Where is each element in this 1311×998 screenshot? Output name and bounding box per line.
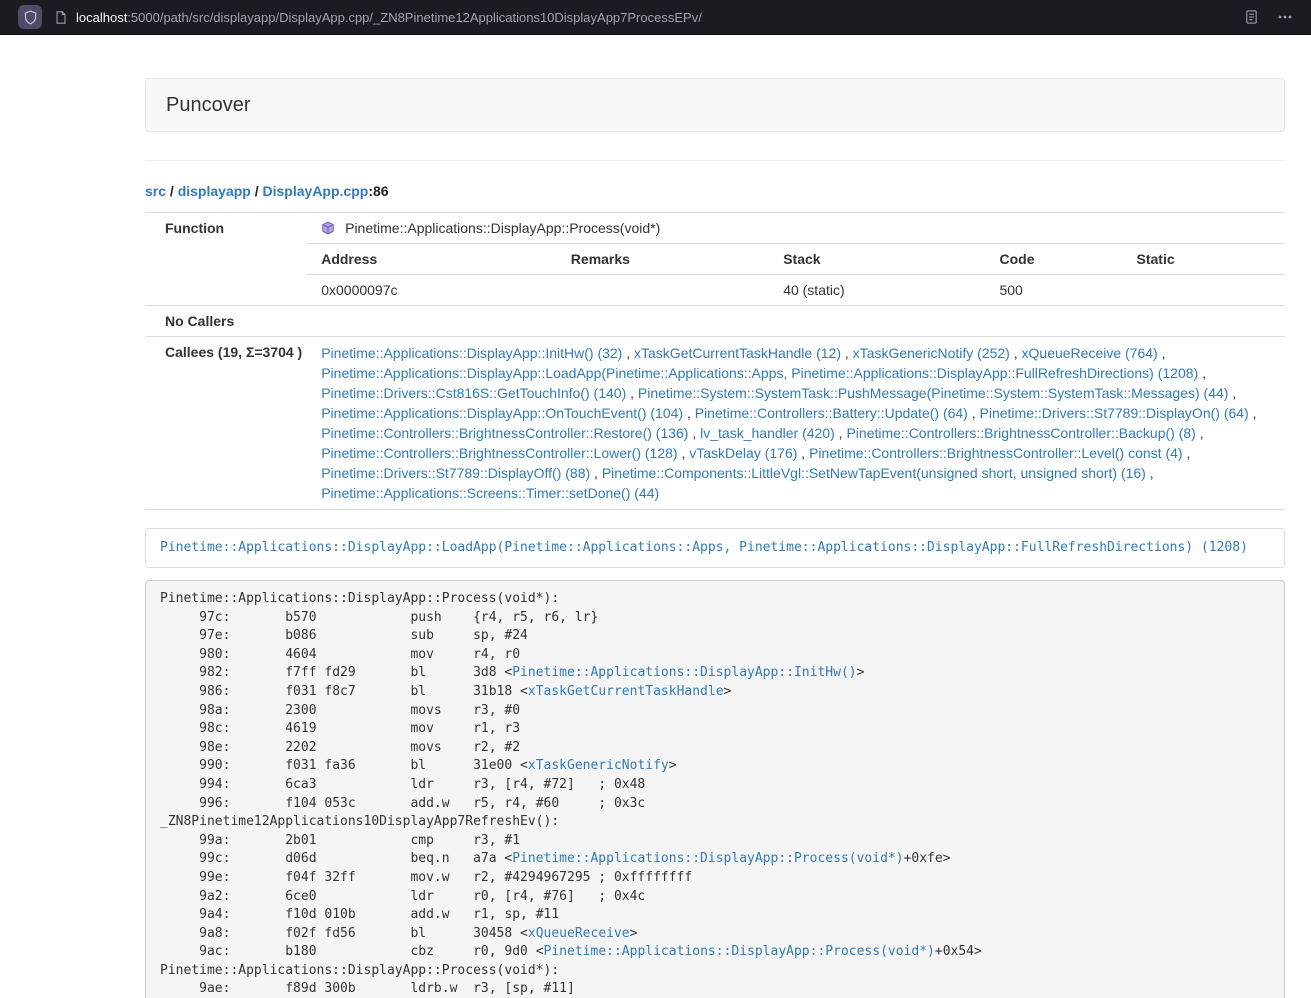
col-address: Address (306, 244, 556, 275)
stack-value: 40 (static) (768, 275, 984, 306)
callee-link[interactable]: Pinetime::Drivers::St7789::DisplayOff() … (321, 465, 590, 481)
code-symbol-link[interactable]: Pinetime::Applications::DisplayApp::Proc… (544, 944, 935, 959)
callee-link[interactable]: Pinetime::Components::LittleVgl::SetNewT… (602, 465, 1146, 481)
breadcrumb: src / displayapp / DisplayApp.cpp:86 (145, 181, 1285, 201)
function-details-table: Address Remarks Stack Code Static 0x0000… (306, 243, 1285, 305)
function-symbol-icon (321, 220, 335, 234)
callee-link[interactable]: Pinetime::Applications::Screens::Timer::… (321, 485, 659, 501)
callees-label: Callees (19, Σ=3704 ) (145, 337, 306, 510)
callee-link[interactable]: Pinetime::Controllers::BrightnessControl… (846, 425, 1195, 441)
url-host: localhost (76, 10, 127, 25)
no-callers-row: No Callers (145, 306, 1285, 337)
selected-callee-link[interactable]: Pinetime::Applications::DisplayApp::Load… (160, 540, 1248, 555)
callee-link[interactable]: Pinetime::Drivers::St7789::DisplayOn() (… (980, 405, 1249, 421)
callee-link[interactable]: Pinetime::Controllers::BrightnessControl… (809, 445, 1182, 461)
page-title: Puncover (166, 93, 1264, 117)
breadcrumb-link[interactable]: DisplayApp.cpp (263, 183, 369, 199)
code-symbol-link[interactable]: Pinetime::Applications::DisplayApp::Proc… (512, 851, 903, 866)
address-value: 0x0000097c (306, 275, 556, 306)
function-details-row: Address Remarks Stack Code Static 0x0000… (145, 243, 1285, 306)
url-text: localhost:5000/path/src/displayapp/Displ… (76, 10, 702, 25)
code-symbol-link[interactable]: xTaskGetCurrentTaskHandle (528, 684, 724, 699)
callee-link[interactable]: Pinetime::Controllers::BrightnessControl… (321, 445, 677, 461)
remarks-value (556, 275, 768, 306)
function-table: Function Pinetime::Applications::Display… (145, 212, 1285, 510)
details-header-row: Address Remarks Stack Code Static (306, 244, 1285, 275)
callee-link[interactable]: xQueueReceive (764) (1022, 345, 1158, 361)
callee-link[interactable]: xTaskGetCurrentTaskHandle (12) (634, 345, 841, 361)
function-name-cell: Pinetime::Applications::DisplayApp::Proc… (306, 213, 1285, 244)
browser-chrome: localhost:5000/path/src/displayapp/Displ… (0, 0, 1311, 35)
callee-link[interactable]: Pinetime::Controllers::Battery::Update()… (695, 405, 968, 421)
function-row: Function Pinetime::Applications::Display… (145, 213, 1285, 244)
divider (145, 160, 1285, 161)
col-static: Static (1122, 244, 1286, 275)
callees-row: Callees (19, Σ=3704 ) Pinetime::Applicat… (145, 337, 1285, 510)
function-label: Function (145, 213, 306, 306)
breadcrumb-link[interactable]: src (145, 183, 166, 199)
page-icon (54, 10, 68, 25)
shield-icon (23, 10, 38, 25)
breadcrumb-link[interactable]: displayapp (178, 183, 251, 199)
callee-link[interactable]: lv_task_handler (420) (700, 425, 835, 441)
app-header-panel: Puncover (145, 78, 1285, 132)
url-path: :5000/path/src/displayapp/DisplayApp.cpp… (127, 10, 702, 25)
callees-list: Pinetime::Applications::DisplayApp::Init… (306, 337, 1285, 510)
callee-link[interactable]: Pinetime::System::SystemTask::PushMessag… (638, 385, 1229, 401)
code-symbol-link[interactable]: Pinetime::Applications::DisplayApp::Init… (512, 665, 856, 680)
callee-link[interactable]: vTaskDelay (176) (689, 445, 797, 461)
col-remarks: Remarks (556, 244, 768, 275)
col-code: Code (984, 244, 1121, 275)
callee-link[interactable]: Pinetime::Controllers::BrightnessControl… (321, 425, 688, 441)
more-menu-button[interactable] (1277, 9, 1293, 25)
callee-link[interactable]: Pinetime::Drivers::Cst816S::GetTouchInfo… (321, 385, 626, 401)
callee-link[interactable]: Pinetime::Applications::DisplayApp::OnTo… (321, 405, 683, 421)
code-symbol-link[interactable]: xTaskGenericNotify (528, 758, 669, 773)
callee-link[interactable]: Pinetime::Applications::DisplayApp::Init… (321, 345, 622, 361)
chrome-actions (1244, 9, 1301, 25)
disassembly-code-block: Pinetime::Applications::DisplayApp::Proc… (145, 580, 1285, 998)
shield-extension-button[interactable] (18, 5, 42, 29)
col-stack: Stack (768, 244, 984, 275)
no-callers-label: No Callers (145, 306, 306, 337)
more-menu-icon (1277, 9, 1293, 25)
details-value-row: 0x0000097c 40 (static) 500 (306, 275, 1285, 306)
callee-link[interactable]: xTaskGenericNotify (252) (853, 345, 1010, 361)
static-value (1122, 275, 1286, 306)
reader-view-icon (1244, 9, 1259, 25)
no-callers-cell (306, 306, 1285, 337)
reader-view-button[interactable] (1244, 9, 1259, 25)
function-name: Pinetime::Applications::DisplayApp::Proc… (345, 220, 660, 236)
code-size-value: 500 (984, 275, 1121, 306)
main-content: Puncover src / displayapp / DisplayApp.c… (145, 78, 1285, 998)
code-symbol-link[interactable]: xQueueReceive (528, 926, 630, 941)
selected-callee-box: Pinetime::Applications::DisplayApp::Load… (145, 528, 1285, 568)
callee-link[interactable]: Pinetime::Applications::DisplayApp::Load… (321, 365, 1198, 381)
url-bar[interactable]: localhost:5000/path/src/displayapp/Displ… (54, 10, 1244, 25)
